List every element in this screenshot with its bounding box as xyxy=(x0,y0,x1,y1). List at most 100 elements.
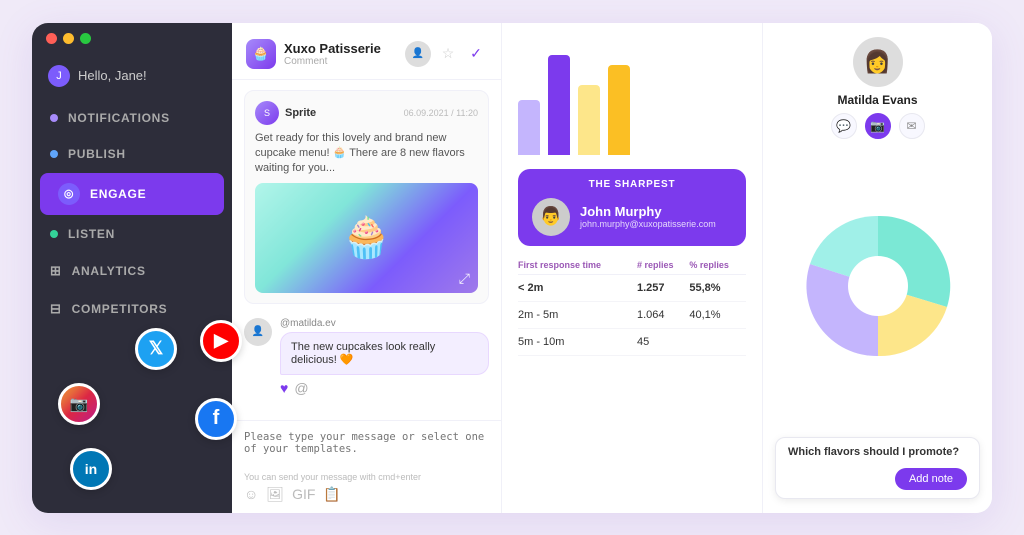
profile-card: 👩 Matilda Evans 💬 📷 ✉ xyxy=(775,37,980,139)
sidebar-item-competitors[interactable]: ⊟ COMPETITORS xyxy=(32,291,232,327)
check-icon[interactable]: ✓ xyxy=(465,43,487,65)
nav-label-notifications: NOTIFICATIONS xyxy=(68,111,170,125)
dot-red[interactable] xyxy=(46,33,57,44)
table-row-1: < 2m 1.257 55,8% xyxy=(518,274,746,301)
row3-replies: 45 xyxy=(637,328,689,355)
sidebar-item-publish[interactable]: PUBLISH xyxy=(32,137,232,171)
nav-label-competitors: COMPETITORS xyxy=(72,302,168,316)
chat-header-text: Xuxo Patisserie Comment xyxy=(284,41,397,67)
row2-pct: 40,1% xyxy=(689,301,746,328)
row1-time: < 2m xyxy=(518,274,637,301)
greeting-text: Hello, Jane! xyxy=(78,68,147,83)
leader-info: John Murphy john.murphy@xuxopatisserie.c… xyxy=(580,204,716,229)
nav-label-publish: PUBLISH xyxy=(68,147,126,161)
user-handle: @matilda.ev xyxy=(280,318,489,329)
profile-action-email[interactable]: ✉ xyxy=(899,113,925,139)
bar-yellow-short xyxy=(578,85,600,155)
message-sender: S Sprite 06.09.2021 / 11:20 xyxy=(255,101,478,125)
chat-header: 🧁 Xuxo Patisserie Comment 👤 ☆ ✓ xyxy=(232,23,501,80)
nav-dot-publish xyxy=(50,150,58,158)
leaderboard-card: THE SHARPEST 👨 John Murphy john.murphy@x… xyxy=(518,169,746,246)
nav-label-engage: ENGAGE xyxy=(90,187,146,201)
bar-group-2 xyxy=(548,55,570,155)
row3-time: 5m - 10m xyxy=(518,328,637,355)
nav-label-analytics: ANALYTICS xyxy=(72,264,146,278)
leaderboard-title: THE SHARPEST xyxy=(532,179,732,190)
col-replies: # replies xyxy=(637,256,689,275)
reply-box: You can send your message with cmd+enter… xyxy=(232,420,501,513)
note-text: Which flavors should I promote? xyxy=(788,446,967,458)
bar-yellow-tall xyxy=(608,65,630,155)
row1-pct: 55,8% xyxy=(689,274,746,301)
cupcake-image: 🧁 ⤢ xyxy=(255,183,478,293)
reply-hint: You can send your message with cmd+enter xyxy=(244,472,489,482)
page-logo: 🧁 xyxy=(246,39,276,69)
twitter-icon[interactable]: 𝕏 xyxy=(135,328,177,370)
row3-pct xyxy=(689,328,746,355)
sidebar: J Hello, Jane! NOTIFICATIONS PUBLISH ◎ E… xyxy=(32,23,232,513)
sidebar-item-engage[interactable]: ◎ ENGAGE xyxy=(40,173,224,215)
nav-label-listen: LISTEN xyxy=(68,227,115,241)
chat-page-name: Xuxo Patisserie xyxy=(284,41,397,56)
profile-actions: 💬 📷 ✉ xyxy=(831,113,925,139)
chat-page-type: Comment xyxy=(284,56,397,67)
chat-header-actions: 👤 ☆ ✓ xyxy=(405,41,487,67)
image-icon[interactable]: 🖼 xyxy=(266,486,284,503)
right-panel: 👩 Matilda Evans 💬 📷 ✉ xyxy=(762,23,992,513)
pie-chart-container xyxy=(775,149,980,423)
instagram-icon[interactable]: 📷 xyxy=(58,383,100,425)
title-bar xyxy=(46,33,91,44)
profile-avatar: 👩 xyxy=(853,37,903,87)
chat-panel: 🧁 Xuxo Patisserie Comment 👤 ☆ ✓ S Sprite xyxy=(232,23,502,513)
gif-icon[interactable]: GIF xyxy=(292,486,315,503)
leader-row: 👨 John Murphy john.murphy@xuxopatisserie… xyxy=(532,198,732,236)
message-text: Get ready for this lovely and brand new … xyxy=(255,131,478,177)
profile-action-chat[interactable]: 💬 xyxy=(831,113,857,139)
col-pct: % replies xyxy=(689,256,746,275)
profile-name: Matilda Evans xyxy=(837,93,917,107)
user-message: 👤 @matilda.ev The new cupcakes look real… xyxy=(244,314,489,400)
sidebar-nav: NOTIFICATIONS PUBLISH ◎ ENGAGE LISTEN ⊞ … xyxy=(32,101,232,327)
youtube-icon[interactable]: ▶ xyxy=(200,320,242,362)
table-row-3: 5m - 10m 45 xyxy=(518,328,746,355)
sidebar-greeting: J Hello, Jane! xyxy=(32,59,232,101)
emoji-icon[interactable]: ☺ xyxy=(244,486,258,503)
bar-group-1 xyxy=(518,100,540,155)
col-time: First response time xyxy=(518,256,637,275)
competitors-icon: ⊟ xyxy=(50,301,62,317)
dot-green[interactable] xyxy=(80,33,91,44)
linkedin-icon[interactable]: in xyxy=(70,448,112,490)
greeting-icon: J xyxy=(48,65,70,87)
sidebar-social: 𝕏 ▶ 📷 f in xyxy=(32,328,232,493)
pie-chart xyxy=(798,206,958,366)
leader-email: john.murphy@xuxopatisserie.com xyxy=(580,219,716,229)
expand-icon[interactable]: ⤢ xyxy=(459,270,470,287)
note-tooltip: Which flavors should I promote? Add note xyxy=(775,437,980,499)
row2-time: 2m - 5m xyxy=(518,301,637,328)
heart-icon[interactable]: ♥ xyxy=(280,380,288,396)
main-area: 🧁 Xuxo Patisserie Comment 👤 ☆ ✓ S Sprite xyxy=(232,23,992,513)
at-icon[interactable]: @ xyxy=(294,380,308,396)
msg-actions: ♥ @ xyxy=(280,380,489,396)
profile-action-photo[interactable]: 📷 xyxy=(865,113,891,139)
sender-avatar: S xyxy=(255,101,279,125)
app-window: J Hello, Jane! NOTIFICATIONS PUBLISH ◎ E… xyxy=(32,23,992,513)
facebook-icon[interactable]: f xyxy=(195,398,237,440)
pie-center xyxy=(848,256,908,316)
sidebar-item-notifications[interactable]: NOTIFICATIONS xyxy=(32,101,232,135)
add-note-button[interactable]: Add note xyxy=(895,468,967,490)
leader-name: John Murphy xyxy=(580,204,716,219)
reply-input[interactable] xyxy=(244,431,489,467)
dot-yellow[interactable] xyxy=(63,33,74,44)
template-icon[interactable]: 📋 xyxy=(323,486,340,503)
bar-group-3 xyxy=(578,85,600,155)
bar-purple-tall xyxy=(548,55,570,155)
sidebar-item-listen[interactable]: LISTEN xyxy=(32,217,232,251)
sidebar-item-analytics[interactable]: ⊞ ANALYTICS xyxy=(32,253,232,289)
star-icon[interactable]: ☆ xyxy=(437,43,459,65)
header-avatar: 👤 xyxy=(405,41,431,67)
reply-tools: ☺ 🖼 GIF 📋 xyxy=(244,486,489,503)
bar-group-4 xyxy=(608,65,630,155)
user-msg-content: @matilda.ev The new cupcakes look really… xyxy=(280,318,489,396)
sender-name: Sprite xyxy=(285,107,316,119)
